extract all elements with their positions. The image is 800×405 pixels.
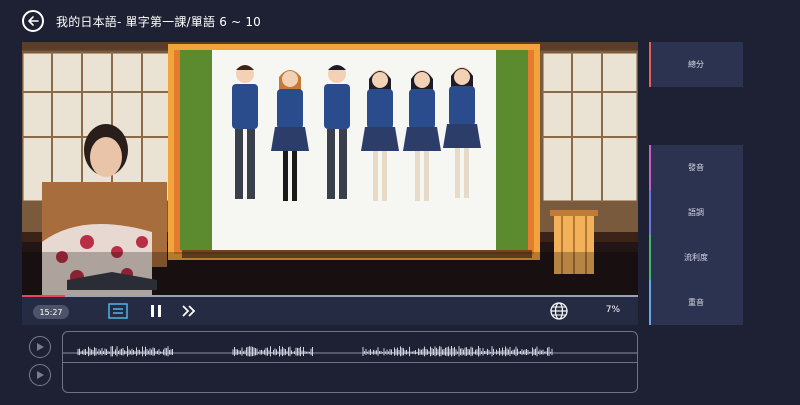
- score-color-bar: [649, 235, 651, 280]
- progress-fill: [22, 295, 66, 297]
- waveform-panel: [62, 331, 638, 393]
- pause-icon: [151, 305, 161, 317]
- score-label: 總分: [688, 60, 704, 69]
- score-color-bar: [649, 190, 651, 235]
- score-label: 發音: [688, 163, 704, 172]
- progress-bar[interactable]: [22, 295, 638, 297]
- play-icon: [37, 343, 44, 351]
- score-label: 語調: [688, 208, 704, 217]
- language-button[interactable]: [549, 301, 569, 321]
- play-recording-button[interactable]: [29, 364, 51, 386]
- score-color-bar: [649, 280, 651, 325]
- subtitle-button[interactable]: [108, 301, 128, 321]
- score-color-bar: [649, 145, 651, 190]
- score-label: 流利度: [684, 253, 708, 262]
- video-player[interactable]: [22, 42, 638, 295]
- back-button[interactable]: [22, 10, 44, 32]
- video-frame: [22, 42, 638, 295]
- score-intonation: 語調: [649, 190, 743, 235]
- score-total: 總分: [649, 42, 743, 87]
- score-color-bar: [649, 42, 651, 87]
- original-waveform: [63, 346, 637, 357]
- page-title: 我的日本語- 單字第一課/單語 6 ~ 10: [56, 15, 261, 29]
- player-controls: 15:27 7%: [22, 295, 638, 325]
- recording-waveform: [63, 363, 637, 392]
- score-accent: 重音: [649, 280, 743, 325]
- play-icon: [37, 371, 44, 379]
- subtitles-icon: [108, 303, 128, 319]
- time-display: 15:27: [33, 305, 69, 319]
- globe-icon: [550, 302, 568, 320]
- next-button[interactable]: [182, 301, 196, 321]
- arrow-left-icon: [28, 16, 39, 26]
- play-original-button[interactable]: [29, 336, 51, 358]
- score-pronunciation: 發音: [649, 145, 743, 190]
- progress-percent: 7%: [605, 305, 620, 315]
- pause-button[interactable]: [150, 301, 162, 321]
- score-label: 重音: [688, 298, 704, 307]
- header-bar: 我的日本語- 單字第一課/單語 6 ~ 10: [0, 0, 800, 42]
- score-fluency: 流利度: [649, 235, 743, 280]
- fast-forward-icon: [182, 305, 196, 317]
